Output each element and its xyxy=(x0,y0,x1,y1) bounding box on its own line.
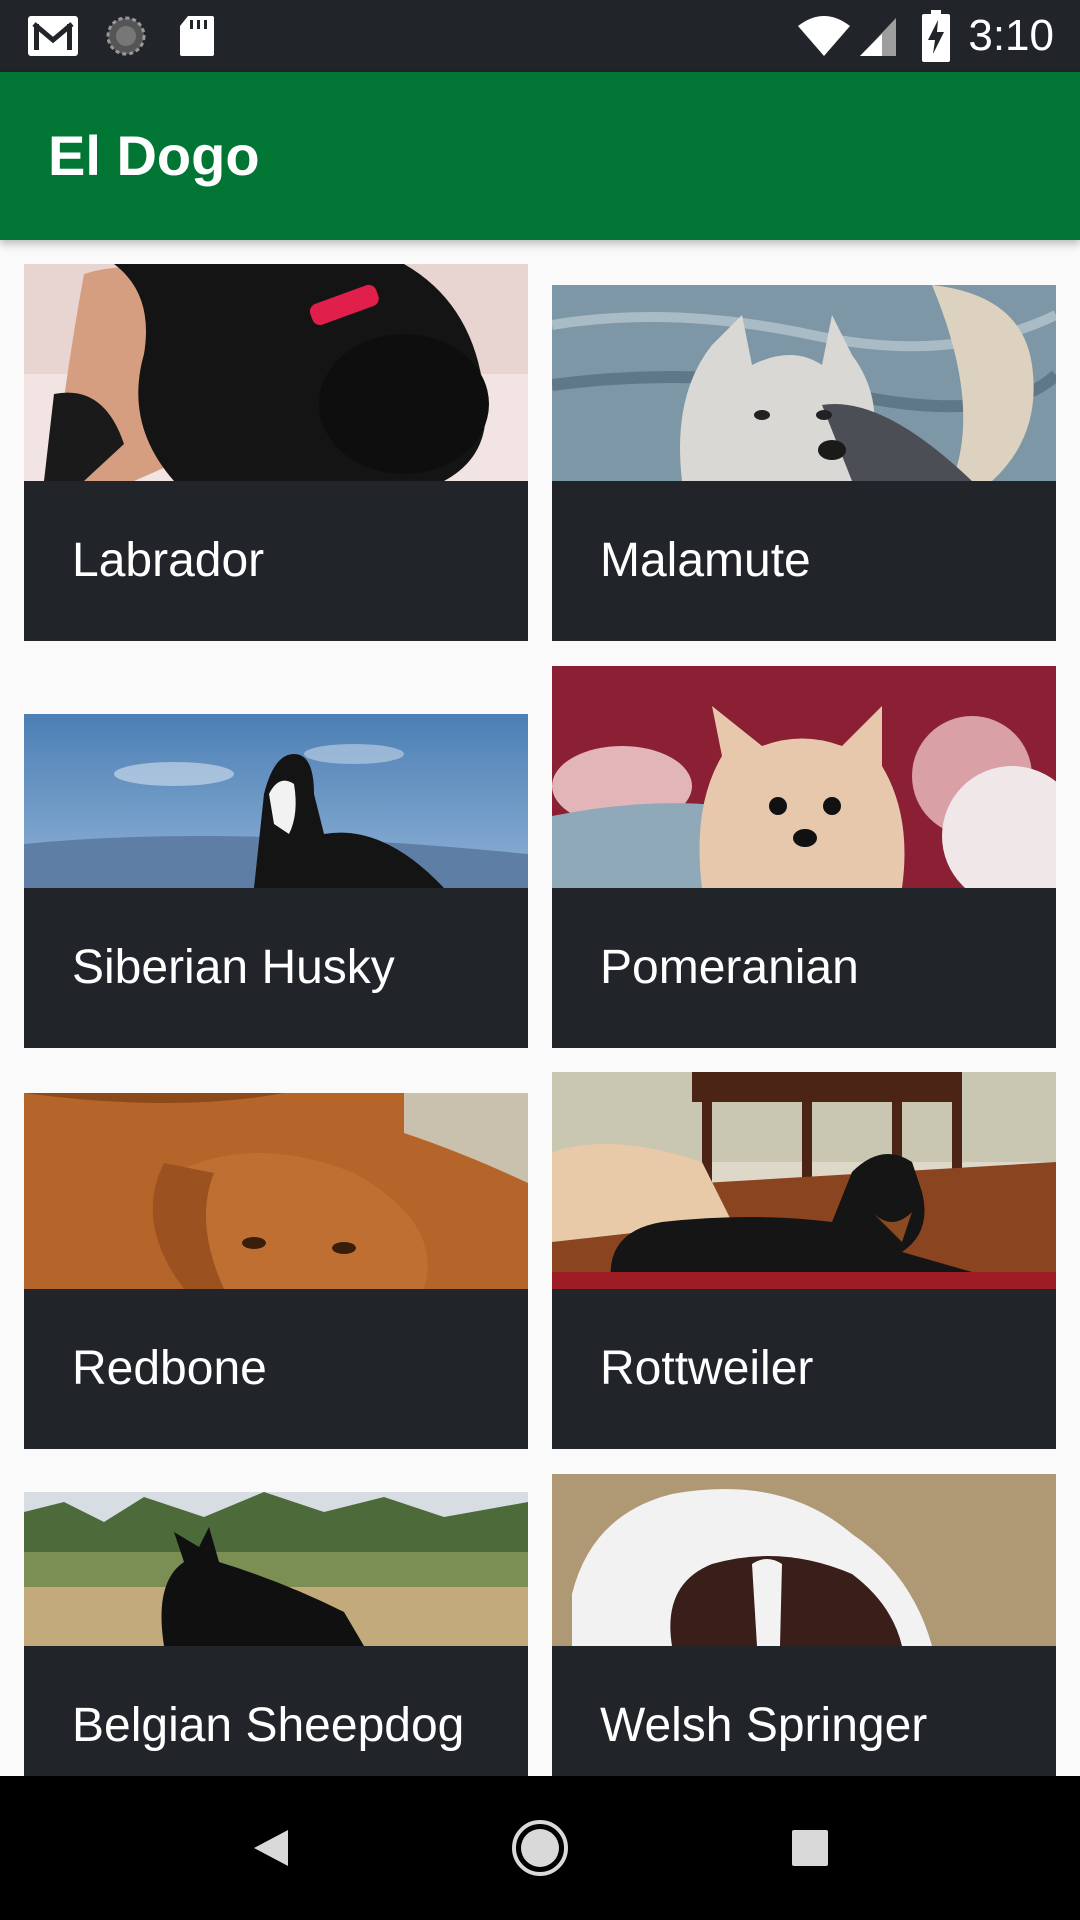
breed-grid[interactable]: Labrador Malamute Siberian Husky Pomeran… xyxy=(0,240,1080,1776)
breed-name: Labrador xyxy=(72,534,265,587)
breed-caption: Redbone xyxy=(24,1289,528,1449)
breed-caption: Pomeranian xyxy=(552,888,1056,1048)
breed-photo xyxy=(552,1474,1056,1646)
breed-card-rottweiler[interactable]: Rottweiler xyxy=(552,1072,1056,1449)
app-title: El Dogo xyxy=(48,124,260,187)
battery-charging-icon xyxy=(922,0,950,72)
breed-photo xyxy=(24,1093,528,1289)
breed-photo xyxy=(552,285,1056,481)
breed-card-belgian-sheepdog[interactable]: Belgian Sheepdog xyxy=(24,1492,528,1776)
home-button[interactable] xyxy=(480,1776,600,1920)
app-bar: El Dogo xyxy=(0,72,1080,240)
breed-card-siberian-husky[interactable]: Siberian Husky xyxy=(24,714,528,1048)
breed-caption: Rottweiler xyxy=(552,1289,1056,1449)
signal-icon xyxy=(858,0,898,72)
breed-caption: Belgian Sheepdog xyxy=(24,1646,528,1776)
breed-photo xyxy=(552,666,1056,888)
status-bar: 3:10 xyxy=(0,0,1080,72)
breed-caption: Welsh Springer xyxy=(552,1646,1056,1776)
breed-photo xyxy=(24,714,528,888)
breed-photo xyxy=(24,264,528,481)
back-icon xyxy=(254,1830,288,1866)
breed-card-welsh-springer[interactable]: Welsh Springer xyxy=(552,1474,1056,1776)
sd-card-icon xyxy=(178,0,216,72)
back-button[interactable] xyxy=(210,1776,330,1920)
breed-photo xyxy=(24,1492,528,1646)
breed-name: Rottweiler xyxy=(600,1342,814,1395)
home-icon xyxy=(512,1820,568,1876)
recents-button[interactable] xyxy=(750,1776,870,1920)
status-time: 3:10 xyxy=(968,11,1054,60)
recents-icon xyxy=(792,1830,828,1866)
breed-name: Belgian Sheepdog xyxy=(72,1699,465,1752)
gmail-icon xyxy=(26,0,80,72)
breed-name: Siberian Husky xyxy=(72,941,395,994)
breed-name: Redbone xyxy=(72,1342,267,1395)
breed-card-redbone[interactable]: Redbone xyxy=(24,1093,528,1449)
sync-icon xyxy=(104,0,148,72)
breed-card-labrador[interactable]: Labrador xyxy=(24,264,528,641)
breed-caption: Siberian Husky xyxy=(24,888,528,1048)
wifi-icon xyxy=(796,0,852,72)
breed-caption: Malamute xyxy=(552,481,1056,641)
breed-photo xyxy=(552,1072,1056,1289)
breed-card-pomeranian[interactable]: Pomeranian xyxy=(552,666,1056,1048)
navigation-bar xyxy=(0,1776,1080,1920)
breed-name: Pomeranian xyxy=(600,941,859,994)
breed-caption: Labrador xyxy=(24,481,528,641)
breed-card-malamute[interactable]: Malamute xyxy=(552,285,1056,641)
breed-name: Welsh Springer xyxy=(600,1699,928,1752)
breed-name: Malamute xyxy=(600,534,811,587)
